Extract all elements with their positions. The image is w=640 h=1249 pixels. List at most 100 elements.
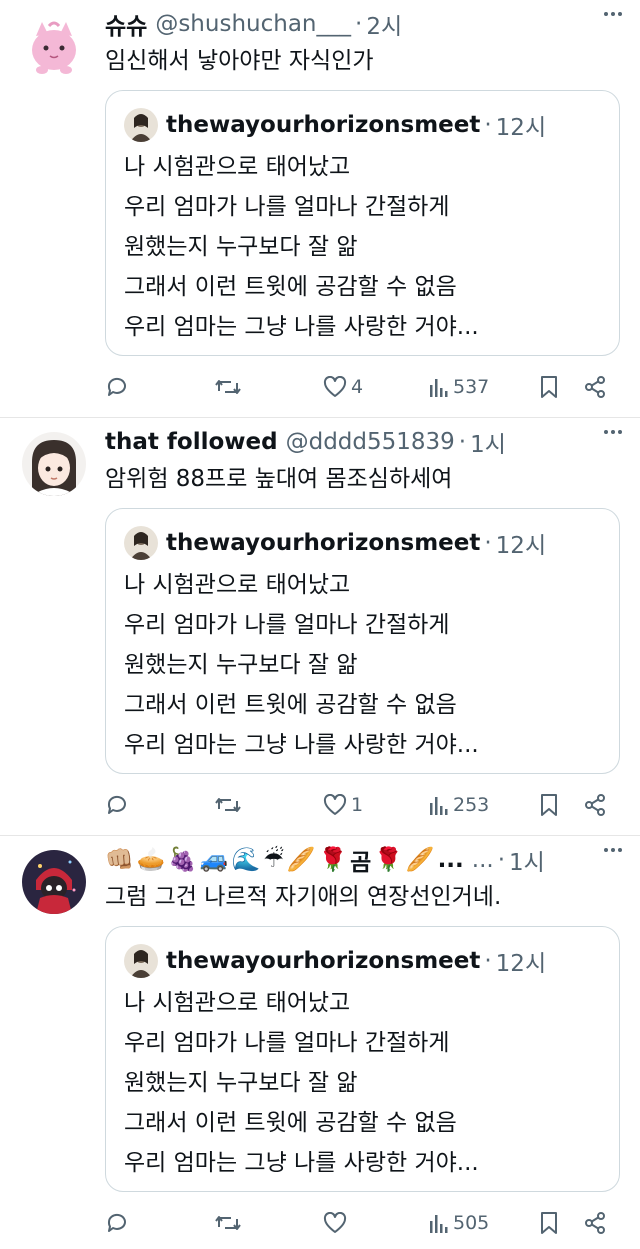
tweet[interactable]: 👊🏼 🥧 🍇 🚙 🌊 ☔ 🥖 🌹 곰 🌹 🥖 ... ... · 1시 그럼 그… <box>0 836 640 1249</box>
quoted-display-name: thewayourhorizonsmeet <box>166 530 481 556</box>
heart-icon <box>323 376 347 397</box>
emoji-pie: 🥧 <box>136 846 166 873</box>
retweet-button[interactable] <box>215 790 241 820</box>
quoted-text-line: 우리 엄마가 나를 얼마나 간절하게 <box>124 612 450 638</box>
bookmark-button[interactable] <box>539 372 559 402</box>
emoji-baguette: 🥖 <box>286 846 316 873</box>
emoji-wave: 🌊 <box>231 846 261 873</box>
retweet-icon <box>215 798 241 812</box>
view-count: 537 <box>453 376 490 398</box>
action-bar: 505 <box>105 1208 615 1238</box>
avatar[interactable] <box>22 14 86 78</box>
share-button[interactable] <box>583 372 607 402</box>
tweet-header: 👊🏼 🥧 🍇 🚙 🌊 ☔ 🥖 🌹 곰 🌹 🥖 ... ... · 1시 <box>105 842 590 878</box>
views-icon <box>430 1215 448 1233</box>
separator-dot: · <box>484 530 492 556</box>
bookmark-icon <box>541 794 557 816</box>
quoted-tweet[interactable]: thewayourhorizonsmeet · 12시 나 시험관으로 태어났고… <box>105 90 620 356</box>
quoted-avatar <box>124 944 158 978</box>
tweet-header: 슈슈 @shushuchan___ · 2시 <box>105 6 590 42</box>
name-ellipsis: ... <box>437 847 464 873</box>
quoted-text-line: 우리 엄마는 그냥 나를 사랑한 거야... <box>124 314 479 340</box>
reply-button[interactable] <box>105 790 129 820</box>
quoted-text-line: 나 시험관으로 태어났고 <box>124 990 351 1016</box>
quoted-avatar <box>124 108 158 142</box>
heart-icon <box>323 794 347 815</box>
bookmark-icon <box>541 1212 557 1234</box>
quoted-timestamp: 12시 <box>495 951 547 977</box>
views-button[interactable]: 537 <box>429 372 489 402</box>
quoted-text-line: 그래서 이런 트윗에 공감할 수 없음 <box>124 1110 457 1136</box>
like-button[interactable]: 4 <box>323 372 363 402</box>
quoted-text-line: 그래서 이런 트윗에 공감할 수 없음 <box>124 692 457 718</box>
name-text: 곰 <box>350 850 372 876</box>
heart-icon <box>323 1212 347 1233</box>
emoji-rose: 🌹 <box>318 846 348 873</box>
emoji-rose: 🌹 <box>374 846 403 873</box>
like-count: 1 <box>351 794 364 816</box>
retweet-button[interactable] <box>215 372 241 402</box>
quoted-tweet[interactable]: thewayourhorizonsmeet · 12시 나 시험관으로 태어났고… <box>105 926 620 1192</box>
quoted-tweet[interactable]: thewayourhorizonsmeet · 12시 나 시험관으로 태어났고… <box>105 508 620 774</box>
quoted-text-line: 그래서 이런 트윗에 공감할 수 없음 <box>124 274 457 300</box>
timestamp[interactable]: 1시 <box>509 843 545 877</box>
user-handle[interactable]: ... <box>472 847 494 873</box>
share-button[interactable] <box>583 1208 607 1238</box>
quoted-text-line: 우리 엄마는 그냥 나를 사랑한 거야... <box>124 1150 479 1176</box>
separator-dot: · <box>484 112 492 138</box>
separator-dot: · <box>355 11 363 37</box>
quoted-text-line: 나 시험관으로 태어났고 <box>124 154 351 180</box>
quoted-text-line: 원했는지 누구보다 잘 앎 <box>124 652 358 678</box>
emoji-fist: 👊🏼 <box>105 846 134 873</box>
quoted-avatar <box>124 526 158 560</box>
more-options-icon[interactable] <box>604 12 622 16</box>
avatar[interactable] <box>22 432 86 496</box>
emoji-car: 🚙 <box>199 846 229 873</box>
tweet-text: 임신해서 낳아야만 자식인가 <box>105 48 374 74</box>
more-options-icon[interactable] <box>604 848 622 852</box>
quoted-tweet-text: 나 시험관으로 태어났고 우리 엄마가 나를 얼마나 간절하게 원했는지 누구보… <box>124 147 601 347</box>
tweet-header: that followed @dddd551839 · 1시 <box>105 424 590 460</box>
quoted-timestamp: 12시 <box>495 115 547 141</box>
views-icon <box>430 797 448 815</box>
quoted-display-name: thewayourhorizonsmeet <box>166 112 481 138</box>
reply-icon <box>107 377 126 396</box>
like-button[interactable] <box>323 1208 351 1238</box>
quoted-text-line: 원했는지 누구보다 잘 앎 <box>124 1070 358 1096</box>
timestamp[interactable]: 1시 <box>470 425 506 459</box>
retweet-button[interactable] <box>215 1208 241 1238</box>
views-button[interactable]: 505 <box>429 1208 489 1238</box>
retweet-icon <box>215 1216 241 1230</box>
timestamp[interactable]: 2시 <box>366 7 402 41</box>
share-icon <box>585 376 605 398</box>
tweet[interactable]: that followed @dddd551839 · 1시 암위험 88프로 … <box>0 418 640 836</box>
bookmark-button[interactable] <box>539 1208 559 1238</box>
display-name[interactable]: 슈슈 <box>105 7 147 41</box>
reply-button[interactable] <box>105 1208 129 1238</box>
bookmark-button[interactable] <box>539 790 559 820</box>
quoted-text-line: 원했는지 누구보다 잘 앎 <box>124 234 358 260</box>
quoted-text-line: 우리 엄마가 나를 얼마나 간절하게 <box>124 1030 450 1056</box>
quoted-tweet-text: 나 시험관으로 태어났고 우리 엄마가 나를 얼마나 간절하게 원했는지 누구보… <box>124 983 601 1183</box>
more-options-icon[interactable] <box>604 430 622 434</box>
quoted-text-line: 우리 엄마는 그냥 나를 사랑한 거야... <box>124 732 479 758</box>
separator-dot: · <box>497 847 506 873</box>
separator-dot: · <box>484 948 492 974</box>
quoted-tweet-header: thewayourhorizonsmeet · 12시 <box>124 943 601 979</box>
user-handle[interactable]: @dddd551839 <box>286 429 455 455</box>
separator-dot: · <box>458 429 467 455</box>
avatar[interactable] <box>22 850 86 914</box>
like-count: 4 <box>351 376 364 398</box>
tweet[interactable]: 슈슈 @shushuchan___ · 2시 임신해서 낳아야만 자식인가 th… <box>0 0 640 418</box>
reply-icon <box>107 795 126 814</box>
display-name[interactable]: that followed <box>105 429 278 455</box>
user-handle[interactable]: @shushuchan___ <box>155 11 351 37</box>
quoted-tweet-text: 나 시험관으로 태어났고 우리 엄마가 나를 얼마나 간절하게 원했는지 누구보… <box>124 565 601 765</box>
bookmark-icon <box>541 376 557 398</box>
reply-button[interactable] <box>105 372 129 402</box>
like-button[interactable]: 1 <box>323 790 363 820</box>
tweet-text: 암위험 88프로 높대여 몸조심하세여 <box>105 466 453 492</box>
views-button[interactable]: 253 <box>429 790 489 820</box>
emoji-display-name[interactable]: 👊🏼 🥧 🍇 🚙 🌊 ☔ 🥖 🌹 곰 🌹 🥖 ... <box>105 843 464 877</box>
share-button[interactable] <box>583 790 607 820</box>
